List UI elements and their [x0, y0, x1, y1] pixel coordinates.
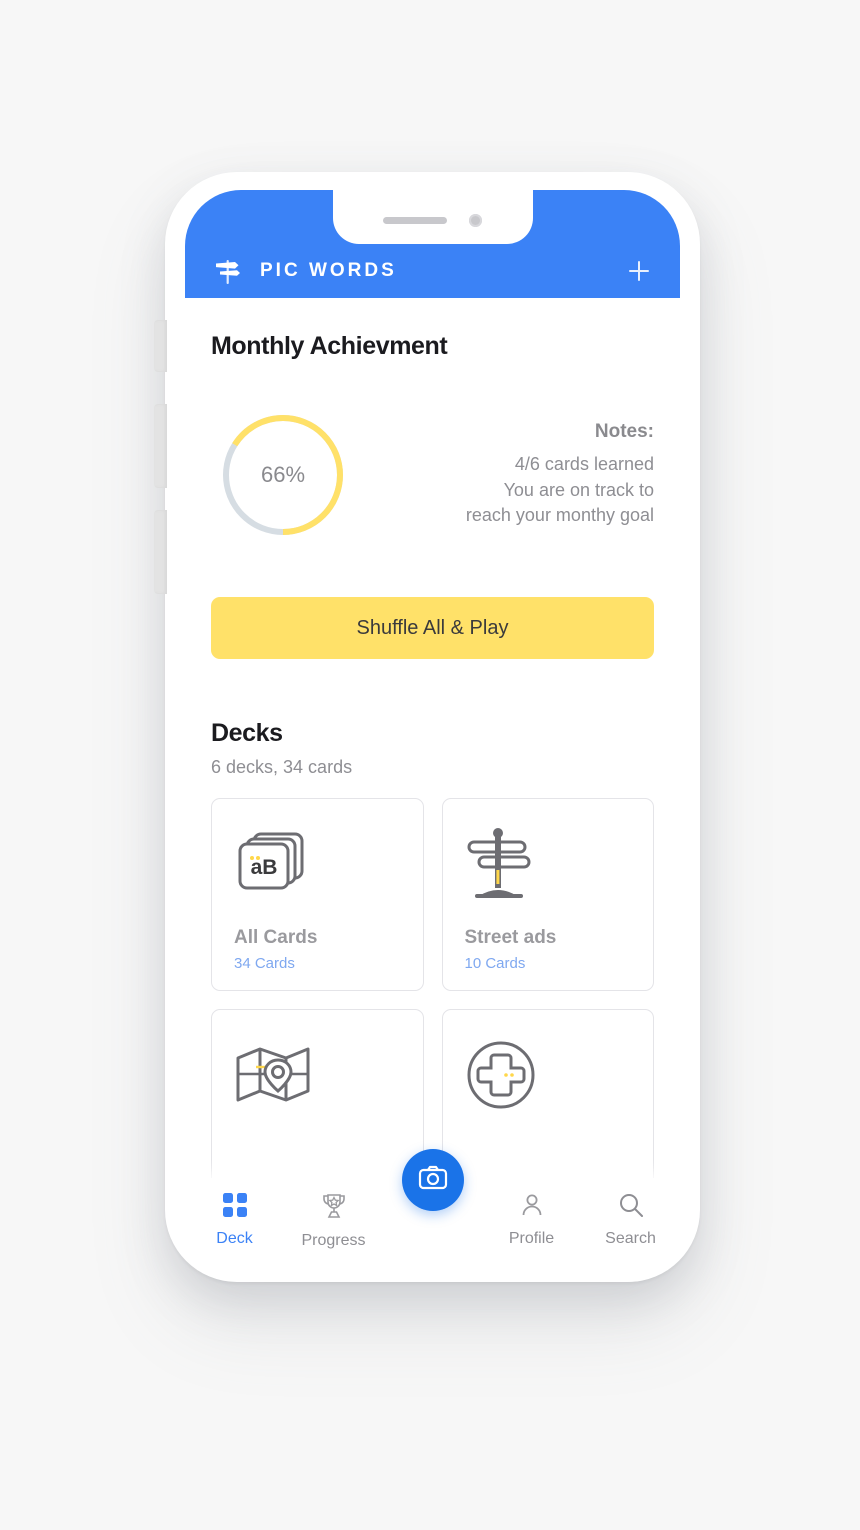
tab-label: Profile — [508, 1230, 555, 1247]
folded-map-pin-icon — [234, 1032, 401, 1118]
phone-notch — [332, 190, 533, 244]
deck-card-street-ads[interactable]: Street ads 10 Cards — [441, 798, 654, 991]
notes-line: 4/6 cards learned — [514, 453, 654, 474]
signpost-icon — [465, 821, 632, 907]
notes-line: reach your monthy goal — [465, 505, 654, 526]
notes-heading: Notes: — [594, 420, 654, 442]
tab-label: Deck — [216, 1230, 253, 1247]
phone-frame: PIC WORDS Monthly Achievment 66% Notes: … — [154, 172, 700, 1282]
camera-fab-button[interactable] — [401, 1149, 464, 1211]
decks-grid: aB All Cards 34 Cards Street ads 10 Card… — [211, 798, 654, 1202]
camera-icon — [417, 1162, 449, 1199]
phone-screen: PIC WORDS Monthly Achievment 66% Notes: … — [185, 190, 680, 1264]
svg-text:aB: aB — [251, 856, 278, 879]
card-stack-icon: aB — [234, 821, 401, 907]
decks-heading: Decks — [211, 719, 283, 747]
tab-profile[interactable]: Profile — [482, 1192, 581, 1248]
progress-donut: 66% — [219, 411, 347, 539]
signpost-icon — [211, 254, 245, 288]
tab-search[interactable]: Search — [581, 1192, 680, 1248]
tab-progress[interactable]: Progress — [284, 1192, 383, 1250]
front-camera-icon — [469, 213, 482, 227]
notes-block: Notes: 4/6 cards learned You are on trac… — [466, 421, 654, 530]
tab-label: Progress — [301, 1232, 366, 1249]
deck-card-map[interactable] — [211, 1009, 424, 1202]
search-icon — [618, 1192, 644, 1223]
decks-subtitle: 6 decks, 34 cards — [211, 757, 353, 777]
deck-count: 34 Cards — [234, 955, 295, 972]
earpiece-speaker — [383, 216, 447, 224]
deck-card-all-cards[interactable]: aB All Cards 34 Cards — [211, 798, 424, 991]
phone-silent-switch[interactable] — [154, 320, 167, 372]
shuffle-all-and-play-button[interactable]: Shuffle All & Play — [211, 597, 654, 659]
app-title: PIC WORDS — [260, 260, 397, 281]
deck-name: Street ads — [464, 927, 557, 948]
achievement-section: 66% Notes: 4/6 cards learned You are on … — [211, 405, 654, 545]
main-content: Monthly Achievment 66% Notes: 4/6 cards … — [185, 332, 680, 1202]
tab-deck[interactable]: Deck — [185, 1192, 284, 1248]
progress-percent-label: 66% — [260, 462, 306, 487]
plus-icon[interactable] — [622, 254, 656, 288]
deck-card-add-new[interactable] — [441, 1009, 654, 1202]
page-title: Monthly Achievment — [211, 332, 448, 360]
notes-line: You are on track to — [503, 479, 654, 500]
page-root: PIC WORDS Monthly Achievment 66% Notes: … — [0, 0, 860, 1530]
tab-label: Search — [605, 1230, 656, 1247]
person-icon — [519, 1192, 545, 1223]
phone-volume-down-button[interactable] — [154, 510, 167, 594]
trophy-icon — [320, 1192, 348, 1225]
deck-count: 10 Cards — [464, 955, 526, 972]
phone-volume-up-button[interactable] — [154, 404, 167, 488]
circle-plus-icon — [465, 1032, 632, 1118]
deck-name: All Cards — [234, 927, 318, 948]
grid-icon — [222, 1192, 248, 1223]
